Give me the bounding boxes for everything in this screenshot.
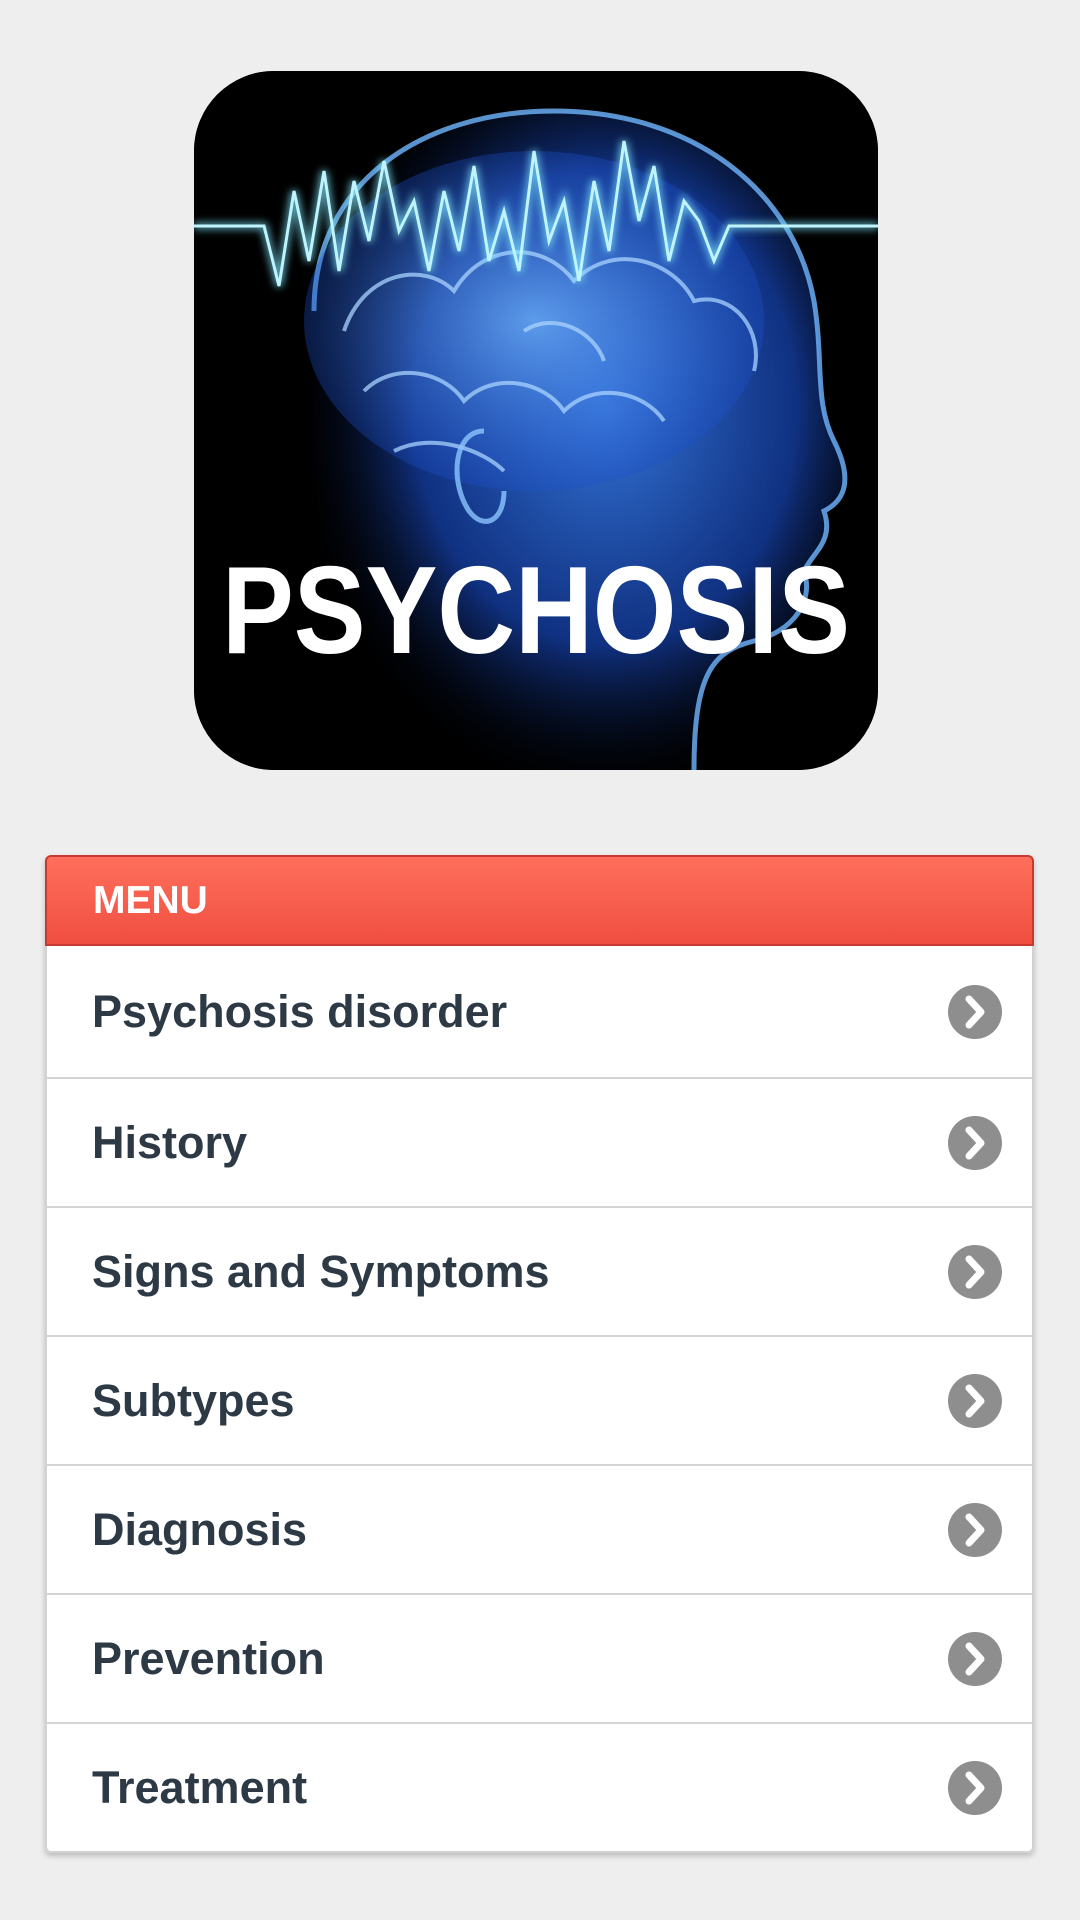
chevron-right-circle-icon [948, 1373, 1002, 1428]
menu-item-label: Psychosis disorder [92, 985, 508, 1037]
menu-item-signs-and-symptoms[interactable]: Signs and Symptoms [47, 1206, 1032, 1335]
menu-item-label: Prevention [92, 1632, 325, 1684]
app-logo: PSYCHOSIS [194, 71, 878, 770]
menu-item-label: Treatment [92, 1761, 308, 1813]
menu-item-history[interactable]: History [47, 1077, 1032, 1206]
menu-item-psychosis-disorder[interactable]: Psychosis disorder [47, 946, 1032, 1077]
menu-header: MENU [45, 855, 1034, 946]
menu-item-subtypes[interactable]: Subtypes [47, 1335, 1032, 1464]
chevron-right-circle-icon [948, 1244, 1002, 1299]
menu-item-label: Signs and Symptoms [92, 1245, 550, 1297]
menu-panel: MENU Psychosis disorder History Signs an… [45, 855, 1034, 1853]
chevron-right-circle-icon [948, 1502, 1002, 1557]
chevron-right-circle-icon [948, 1115, 1002, 1170]
menu-item-label: History [92, 1116, 248, 1168]
menu-item-diagnosis[interactable]: Diagnosis [47, 1464, 1032, 1593]
chevron-right-circle-icon [948, 984, 1002, 1039]
svg-text:PSYCHOSIS: PSYCHOSIS [222, 542, 850, 680]
menu-list: Psychosis disorder History Signs and Sym… [45, 946, 1034, 1853]
chevron-right-circle-icon [948, 1760, 1002, 1815]
menu-item-label: Diagnosis [92, 1503, 308, 1555]
brain-head-icon: PSYCHOSIS [194, 71, 878, 770]
chevron-right-circle-icon [948, 1631, 1002, 1686]
menu-item-label: Subtypes [92, 1374, 295, 1426]
menu-item-treatment[interactable]: Treatment [47, 1722, 1032, 1851]
menu-item-prevention[interactable]: Prevention [47, 1593, 1032, 1722]
